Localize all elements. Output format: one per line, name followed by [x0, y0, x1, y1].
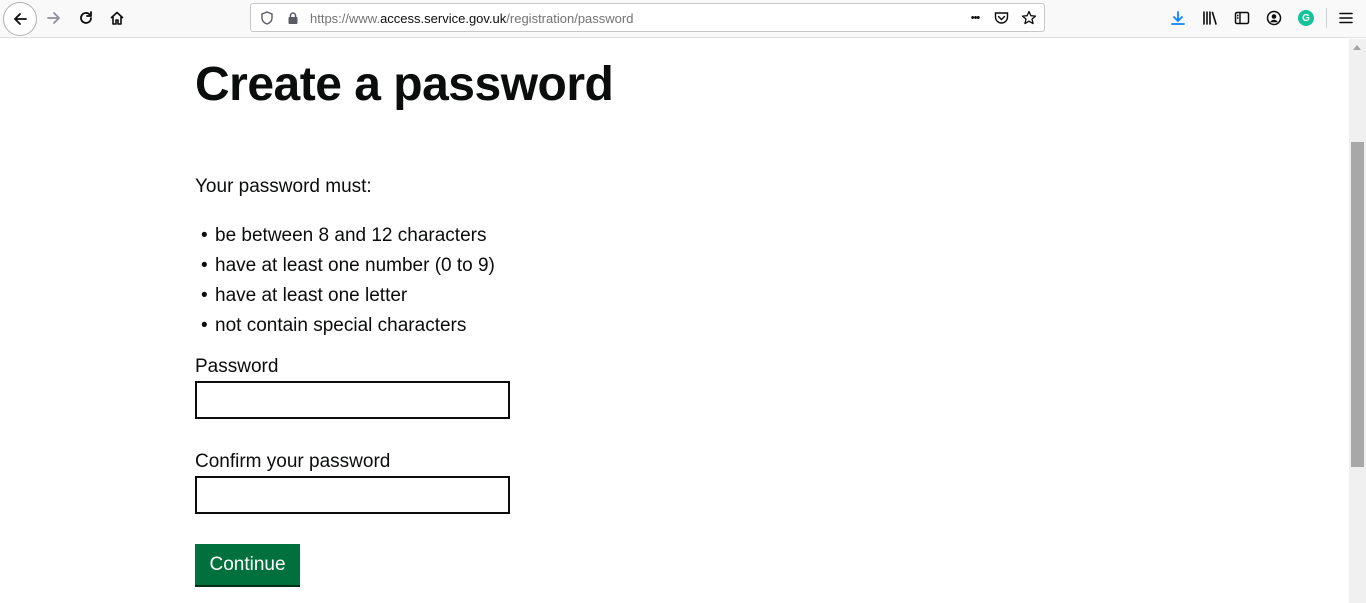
page-title: Create a password [195, 58, 614, 111]
password-requirements-intro: Your password must: [195, 176, 372, 197]
grammarly-extension-button[interactable]: G [1290, 3, 1322, 33]
vertical-scrollbar[interactable] [1349, 39, 1366, 603]
url-path: /registration/password [506, 11, 634, 26]
pocket-icon[interactable] [993, 10, 1009, 26]
reload-button[interactable] [70, 3, 102, 33]
requirement-text: have at least one letter [215, 285, 408, 306]
library-icon [1203, 11, 1217, 25]
requirement-text: be between 8 and 12 characters [215, 225, 487, 246]
password-input[interactable] [195, 381, 510, 419]
requirement-item: • be between 8 and 12 characters [195, 221, 495, 251]
continue-button[interactable]: Continue [195, 544, 300, 585]
password-label: Password [195, 356, 279, 377]
page-actions-menu-icon[interactable]: ••• [965, 10, 985, 26]
sidebar-icon [1234, 11, 1250, 25]
password-requirements-list: • be between 8 and 12 characters • have at… [195, 221, 495, 341]
bullet: • [201, 285, 208, 306]
requirement-text: not contain special characters [215, 315, 467, 336]
requirement-item: • have at least one number (0 to 9) [195, 251, 495, 281]
bullet: • [201, 225, 208, 246]
hamburger-menu-icon [1339, 12, 1353, 24]
confirm-password-input[interactable] [195, 476, 510, 514]
browser-toolbar: https://www.access.service.gov.uk/regist… [0, 0, 1366, 38]
shield-icon[interactable] [259, 10, 275, 26]
bullet: • [201, 255, 208, 276]
url-text[interactable]: https://www.access.service.gov.uk/regist… [310, 11, 633, 26]
library-button[interactable] [1194, 3, 1226, 33]
downloads-button[interactable] [1162, 3, 1194, 33]
url-bar[interactable]: https://www.access.service.gov.uk/regist… [250, 3, 1045, 32]
requirement-item: • have at least one letter [195, 281, 495, 311]
open-menu-button[interactable] [1330, 3, 1362, 33]
requirement-text: have at least one number (0 to 9) [215, 255, 495, 276]
confirm-password-label: Confirm your password [195, 451, 391, 472]
forward-arrow-icon [47, 12, 60, 24]
scrollbar-thumb[interactable] [1351, 142, 1364, 467]
bullet: • [201, 315, 208, 336]
reload-icon [80, 11, 92, 24]
home-icon [110, 11, 124, 25]
url-prefix: https://www. [310, 11, 381, 26]
account-button[interactable] [1258, 3, 1290, 33]
scroll-up-arrow-icon[interactable] [1353, 45, 1361, 50]
account-icon [1266, 10, 1282, 26]
sidebar-button[interactable] [1226, 3, 1258, 33]
grammarly-icon: G [1298, 10, 1314, 26]
back-arrow-icon [14, 13, 27, 25]
home-button[interactable] [101, 3, 133, 33]
toolbar-separator [1326, 8, 1327, 28]
download-icon [1171, 11, 1185, 25]
bookmark-star-icon[interactable] [1021, 10, 1037, 26]
requirement-item: • not contain special characters [195, 311, 495, 341]
url-host: access.service.gov.uk [380, 11, 507, 26]
forward-button[interactable] [38, 3, 70, 33]
back-button[interactable] [3, 2, 37, 36]
lock-icon[interactable] [285, 10, 301, 26]
